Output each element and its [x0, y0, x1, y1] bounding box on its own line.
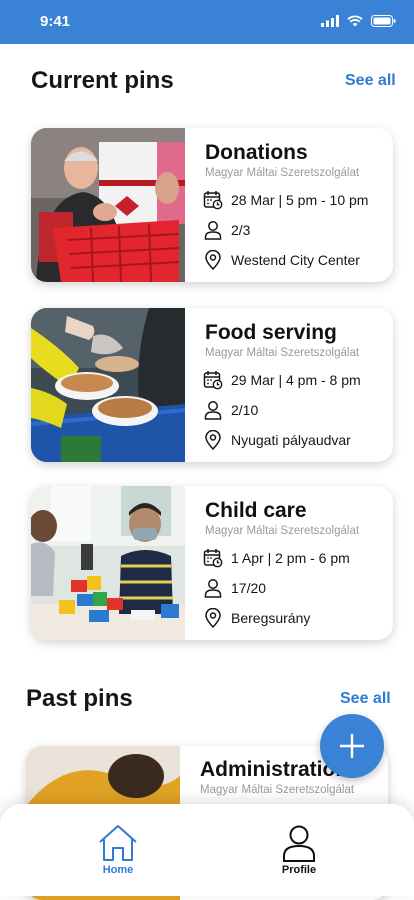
nav-label-home: Home [102, 864, 134, 876]
pin-card-title: Child care [205, 499, 307, 522]
person-icon [203, 578, 223, 598]
person-icon [203, 400, 223, 420]
nav-item-home[interactable]: Home [78, 824, 158, 876]
calendar-icon [203, 548, 223, 568]
plus-icon [339, 733, 365, 764]
pin-card-food-serving[interactable]: Food serving Magyar Máltai Szeretszolgál… [31, 308, 393, 462]
pin-card-datetime: 1 Apr | 2 pm - 6 pm [231, 550, 350, 566]
location-pin-icon [203, 429, 223, 451]
location-pin-icon [203, 249, 223, 271]
pin-card-location: Westend City Center [231, 252, 360, 268]
location-pin-icon [203, 607, 223, 629]
battery-icon [371, 14, 396, 32]
nav-label-profile: Profile [281, 864, 317, 876]
status-bar: 9:41 [0, 0, 414, 44]
pin-card-child-care[interactable]: Child care Magyar Máltai Szeretszolgálat… [31, 486, 393, 640]
pin-card-location: Nyugati pályaudvar [231, 432, 351, 448]
bottom-navigation: Home Profile [0, 804, 414, 896]
donations-photo [31, 128, 185, 282]
pin-card-title: Donations [205, 141, 308, 164]
status-time: 9:41 [40, 13, 71, 30]
pin-card-title: Food serving [205, 321, 337, 344]
food-serving-photo [31, 308, 185, 462]
calendar-icon [203, 190, 223, 210]
pin-card-organization: Magyar Máltai Szeretszolgálat [205, 525, 360, 537]
pin-card-organization: Magyar Máltai Szeretszolgálat [205, 347, 360, 359]
add-pin-button[interactable] [320, 714, 384, 778]
pin-card-location: Beregsurány [231, 610, 311, 626]
person-icon [203, 220, 223, 240]
child-care-photo [31, 486, 185, 640]
pin-card-organization: Magyar Máltai Szeretszolgálat [205, 167, 360, 179]
nav-item-profile[interactable]: Profile [259, 824, 339, 876]
past-pins-title: Past pins [26, 685, 133, 712]
pin-card-organization: Magyar Máltai Szeretszolgálat [200, 784, 355, 796]
home-icon [78, 824, 158, 862]
profile-icon [259, 824, 339, 862]
pin-card-participants: 17/20 [231, 580, 267, 596]
calendar-icon [203, 370, 223, 390]
current-pins-title: Current pins [31, 67, 174, 94]
pin-card-datetime: 29 Mar | 4 pm - 8 pm [231, 372, 361, 388]
pin-card-donations[interactable]: Donations Magyar Máltai Szeretszolgálat … [31, 128, 393, 282]
pin-card-participants: 2/10 [231, 402, 259, 418]
pin-card-participants: 2/3 [231, 222, 251, 238]
current-pins-see-all-link[interactable]: See all [345, 72, 396, 90]
signal-icon [321, 14, 339, 32]
past-pins-see-all-link[interactable]: See all [340, 690, 391, 708]
wifi-icon [347, 14, 363, 32]
pin-card-datetime: 28 Mar | 5 pm - 10 pm [231, 192, 369, 208]
